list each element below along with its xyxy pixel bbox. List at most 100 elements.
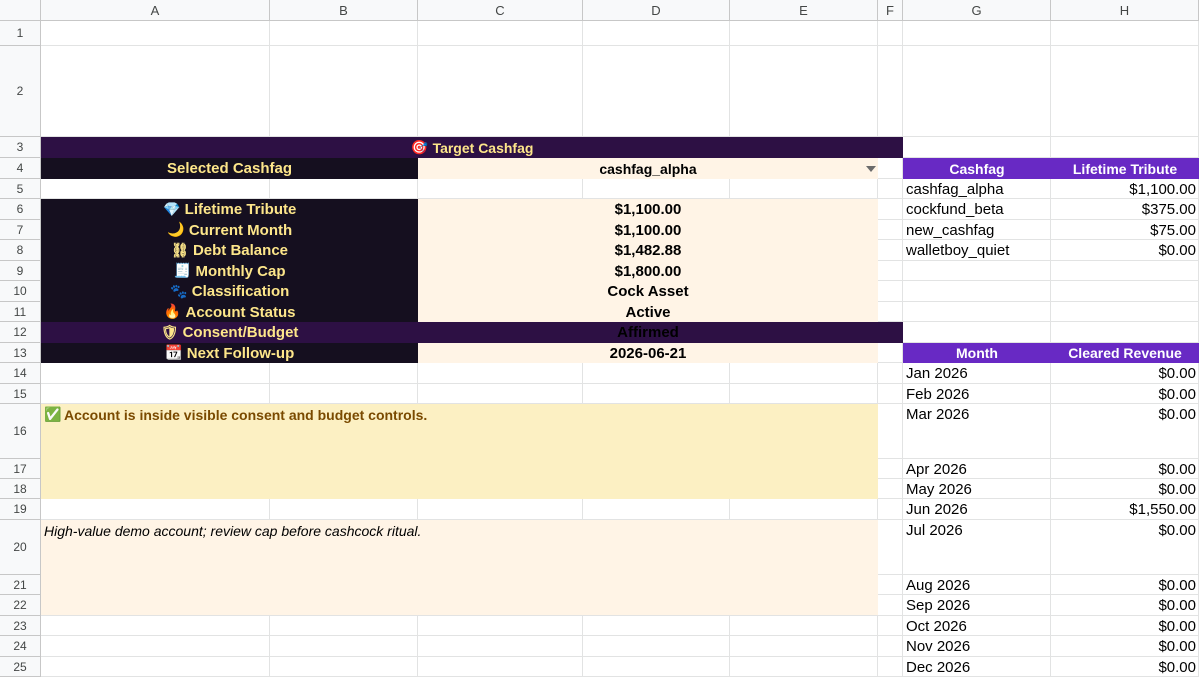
month-label[interactable]: Jul 2026 [903, 520, 1051, 540]
field-label: Debt Balance [192, 242, 289, 259]
month-label[interactable]: Jan 2026 [903, 363, 1051, 383]
monthly-col-revenue[interactable]: Cleared Revenue [1051, 343, 1199, 363]
row-header-14[interactable]: 14 [0, 363, 41, 384]
check-icon: ✅ [44, 407, 62, 423]
account-name[interactable]: cockfund_beta [903, 199, 1051, 220]
month-label[interactable]: Jun 2026 [903, 499, 1051, 519]
note-text[interactable]: High-value demo account; review cap befo… [41, 520, 878, 542]
month-label[interactable]: Sep 2026 [903, 595, 1051, 615]
field-icon: 🌙 [167, 222, 185, 238]
followup-value[interactable]: 2026-06-21 [418, 343, 878, 363]
row-header-12[interactable]: 12 [0, 322, 41, 343]
account-tribute[interactable]: $375.00 [1051, 199, 1199, 220]
column-header-d[interactable]: D [583, 0, 730, 21]
field-value[interactable]: $1,800.00 [418, 261, 878, 281]
account-name[interactable]: walletboy_quiet [903, 240, 1051, 261]
monthly-col-month[interactable]: Month [903, 343, 1051, 363]
grid-row-line [0, 45, 1199, 46]
account-name[interactable]: new_cashfag [903, 220, 1051, 240]
month-revenue[interactable]: $0.00 [1051, 636, 1199, 656]
month-label[interactable]: Mar 2026 [903, 404, 1051, 424]
column-header-e[interactable]: E [730, 0, 878, 21]
field-label-cell: ⛓ Debt Balance [41, 240, 418, 261]
month-label[interactable]: Dec 2026 [903, 657, 1051, 677]
consent-value[interactable]: Affirmed [418, 322, 878, 343]
shield-icon: 🛡 [160, 324, 179, 341]
select-all-corner[interactable] [0, 0, 41, 21]
consent-label: Consent/Budget [182, 324, 299, 341]
field-value[interactable]: $1,482.88 [418, 240, 878, 261]
month-revenue[interactable]: $0.00 [1051, 479, 1199, 499]
row-header-20[interactable]: 20 [0, 520, 41, 575]
row-header-8[interactable]: 8 [0, 240, 41, 261]
month-revenue[interactable]: $0.00 [1051, 459, 1199, 479]
field-value[interactable]: $1,100.00 [418, 220, 878, 240]
month-label[interactable]: Aug 2026 [903, 575, 1051, 595]
field-label: Classification [191, 283, 290, 300]
row-header-9[interactable]: 9 [0, 261, 41, 281]
row-header-22[interactable]: 22 [0, 595, 41, 616]
account-tribute[interactable]: $0.00 [1051, 240, 1199, 261]
row-header-1[interactable]: 1 [0, 21, 41, 46]
month-label[interactable]: Apr 2026 [903, 459, 1051, 479]
month-label[interactable]: May 2026 [903, 479, 1051, 499]
month-revenue[interactable]: $0.00 [1051, 404, 1199, 424]
status-message-cell[interactable]: ✅ Account is inside visible consent and … [41, 404, 878, 426]
row-header-21[interactable]: 21 [0, 575, 41, 595]
accounts-col-tribute[interactable]: Lifetime Tribute [1051, 158, 1199, 179]
column-header-g[interactable]: G [903, 0, 1051, 21]
row-header-3[interactable]: 3 [0, 137, 41, 158]
account-tribute[interactable]: $75.00 [1051, 220, 1199, 240]
target-icon: 🎯 [410, 139, 429, 156]
row-header-10[interactable]: 10 [0, 281, 41, 302]
month-label[interactable]: Oct 2026 [903, 616, 1051, 636]
row-header-13[interactable]: 13 [0, 343, 41, 363]
row-header-18[interactable]: 18 [0, 479, 41, 499]
column-header-h[interactable]: H [1051, 0, 1199, 21]
selected-cashfag-dropdown[interactable]: cashfag_alpha [418, 158, 878, 179]
field-value[interactable]: Active [418, 302, 878, 322]
row-header-5[interactable]: 5 [0, 179, 41, 199]
column-header-b[interactable]: B [270, 0, 418, 21]
column-header-a[interactable]: A [41, 0, 270, 21]
status-message: Account is inside visible consent and bu… [64, 407, 428, 423]
chevron-down-icon[interactable] [866, 166, 876, 172]
month-revenue[interactable]: $0.00 [1051, 384, 1199, 404]
banner-cell[interactable]: 🎯 Target Cashfag [41, 137, 903, 158]
row-header-24[interactable]: 24 [0, 636, 41, 657]
row-header-17[interactable]: 17 [0, 459, 41, 479]
row-header-6[interactable]: 6 [0, 199, 41, 220]
field-value[interactable]: Cock Asset [418, 281, 878, 302]
field-label: Monthly Cap [195, 262, 286, 280]
row-header-7[interactable]: 7 [0, 220, 41, 240]
month-revenue[interactable]: $0.00 [1051, 657, 1199, 677]
row-header-15[interactable]: 15 [0, 384, 41, 404]
month-label[interactable]: Feb 2026 [903, 384, 1051, 404]
field-value[interactable]: $1,100.00 [418, 199, 878, 220]
accounts-col-cashfag[interactable]: Cashfag [903, 158, 1051, 179]
row-header-23[interactable]: 23 [0, 616, 41, 636]
field-icon: 🧾 [173, 263, 192, 279]
selected-label: Selected Cashfag [166, 160, 293, 177]
account-tribute[interactable]: $1,100.00 [1051, 179, 1199, 199]
month-revenue[interactable]: $0.00 [1051, 363, 1199, 383]
field-label-cell: 🔥 Account Status [41, 302, 418, 322]
month-revenue[interactable]: $0.00 [1051, 520, 1199, 540]
month-revenue[interactable]: $0.00 [1051, 616, 1199, 636]
month-revenue[interactable]: $1,550.00 [1051, 499, 1199, 519]
month-revenue[interactable]: $0.00 [1051, 595, 1199, 615]
row-header-4[interactable]: 4 [0, 158, 41, 179]
row-header-2[interactable]: 2 [0, 46, 41, 137]
row-header-11[interactable]: 11 [0, 302, 41, 322]
row-header-25[interactable]: 25 [0, 657, 41, 677]
banner-title: Target Cashfag [432, 139, 534, 156]
month-revenue[interactable]: $0.00 [1051, 575, 1199, 595]
consent-label-cell: 🛡 Consent/Budget [41, 322, 418, 343]
followup-label: Next Follow-up [186, 344, 295, 362]
month-label[interactable]: Nov 2026 [903, 636, 1051, 656]
column-header-f[interactable]: F [878, 0, 903, 21]
row-header-19[interactable]: 19 [0, 499, 41, 520]
row-header-16[interactable]: 16 [0, 404, 41, 459]
account-name[interactable]: cashfag_alpha [903, 179, 1051, 199]
column-header-c[interactable]: C [418, 0, 583, 21]
